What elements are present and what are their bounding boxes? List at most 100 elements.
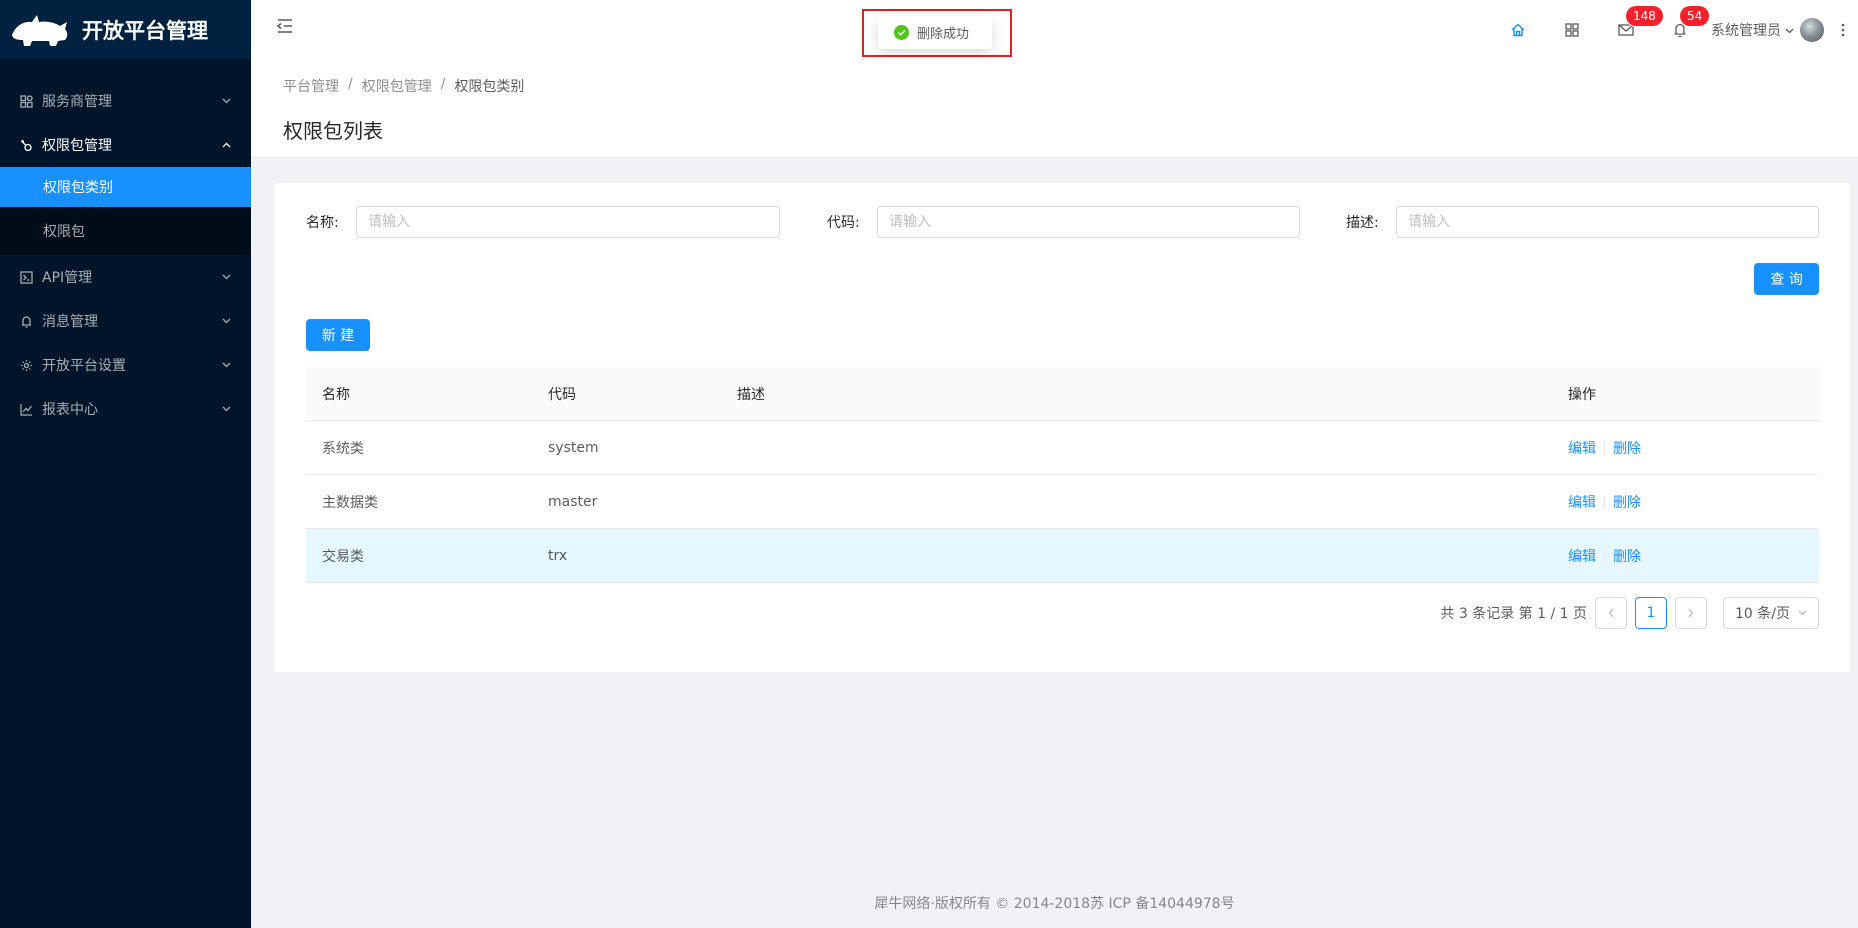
sidebar-item-permission-pack-list[interactable]: 权限包 (0, 207, 251, 255)
breadcrumb-item-current: 权限包类别 (454, 79, 525, 95)
chevron-down-icon (221, 404, 231, 414)
setting-icon (19, 358, 33, 372)
delete-link[interactable]: 删除 (1613, 495, 1641, 511)
avatar (1800, 17, 1824, 42)
more-button[interactable] (1828, 0, 1858, 59)
home-button[interactable] (1491, 0, 1545, 59)
delete-link[interactable]: 删除 (1613, 549, 1641, 565)
chevron-down-icon (221, 96, 231, 106)
divider (1604, 441, 1605, 456)
apps-button[interactable] (1545, 0, 1599, 59)
chevron-right-icon (1688, 608, 1694, 618)
page-header: 平台管理 / 权限包管理 / 权限包类别 权限包列表 (251, 59, 1858, 158)
api-icon (19, 270, 33, 284)
success-toast: 删除成功 (878, 15, 992, 49)
sidebar-item-reports[interactable]: 报表中心 (0, 387, 251, 431)
filter-name: 名称: (306, 206, 780, 238)
more-vertical-icon (1841, 23, 1845, 36)
toast-message: 删除成功 (917, 26, 970, 42)
edit-link[interactable]: 编辑 (1568, 549, 1596, 565)
edit-link[interactable]: 编辑 (1568, 495, 1596, 511)
logo[interactable]: 开放平台管理 (0, 0, 251, 59)
chevron-down-icon (1785, 22, 1794, 38)
permission-pack-submenu: 权限包类别 权限包 (0, 167, 251, 255)
sidebar-item-label: 开放平台设置 (42, 358, 126, 374)
page-title: 权限包列表 (283, 119, 383, 143)
new-button[interactable]: 新 建 (306, 319, 370, 351)
chevron-left-icon (1608, 608, 1614, 618)
sidebar-item-label: 报表中心 (42, 402, 98, 418)
cell-actions: 编辑 删除 (1552, 438, 1819, 458)
notification-button[interactable]: 54 (1653, 0, 1710, 59)
chevron-down-icon (1798, 610, 1807, 616)
key-icon (19, 138, 33, 152)
cell-actions: 编辑 删除 (1552, 546, 1819, 566)
description-input[interactable] (1396, 206, 1819, 238)
cell-actions: 编辑 删除 (1552, 492, 1819, 512)
delete-link[interactable]: 删除 (1613, 441, 1641, 457)
column-header-code: 代码 (548, 386, 576, 403)
table-row: 主数据类 master 编辑 删除 (306, 475, 1819, 529)
sidebar: 开放平台管理 服务商管理 权限包管理 权限包类别 权限包 API管理 消息管理 … (0, 0, 251, 928)
filter-description: 描述: (1346, 206, 1819, 238)
bell-icon (19, 314, 33, 328)
page-button[interactable]: 1 (1635, 597, 1667, 629)
column-header-actions: 操作 (1568, 386, 1596, 403)
sidebar-item-permission-pack[interactable]: 权限包管理 (0, 123, 251, 167)
breadcrumb-item-platform[interactable]: 平台管理 (283, 76, 339, 96)
prev-page-button[interactable] (1595, 597, 1627, 629)
breadcrumb-separator: / (348, 76, 353, 92)
divider (1604, 495, 1605, 510)
breadcrumb: 平台管理 / 权限包管理 / 权限包类别 (283, 76, 1858, 96)
menu-fold-icon[interactable] (275, 16, 295, 36)
permission-category-table: 名称 代码 描述 操作 系统类 system 编辑 删除 主数据类 master … (306, 367, 1819, 583)
column-header-description: 描述 (737, 386, 765, 403)
footer-copyright: 犀牛网络·版权所有 © 2014-2018苏 ICP 备14044978号 (874, 896, 1235, 912)
cell-name: 交易类 (322, 548, 364, 565)
chevron-up-icon (221, 140, 231, 150)
app-title: 开放平台管理 (82, 18, 208, 43)
check-circle-icon (894, 24, 909, 40)
home-icon (1511, 23, 1525, 36)
chevron-down-icon (221, 272, 231, 282)
cell-code: trx (548, 547, 568, 564)
column-header-name: 名称 (322, 386, 350, 403)
mail-button[interactable]: 148 (1599, 0, 1663, 59)
appstore-icon (1565, 22, 1579, 37)
table-row: 交易类 trx 编辑 删除 (306, 529, 1819, 583)
edit-link[interactable]: 编辑 (1568, 441, 1596, 457)
table-row: 系统类 system 编辑 删除 (306, 421, 1819, 475)
filter-code: 代码: (827, 206, 1300, 238)
chevron-down-icon (221, 316, 231, 326)
filter-label: 代码: (827, 215, 860, 231)
user-menu[interactable]: 系统管理员 (1707, 0, 1828, 59)
divider (1604, 549, 1605, 564)
page-size-value: 10 条/页 (1735, 606, 1790, 622)
sidebar-item-label: 权限包管理 (42, 138, 112, 154)
breadcrumb-item-permission-pack[interactable]: 权限包管理 (362, 76, 432, 96)
sidebar-item-label: 消息管理 (42, 314, 98, 330)
filter-label: 名称: (306, 215, 339, 231)
sidebar-item-provider[interactable]: 服务商管理 (0, 79, 251, 123)
name-input[interactable] (356, 206, 780, 238)
table-header: 名称 代码 描述 操作 (306, 367, 1819, 421)
top-header: 148 54 系统管理员 (251, 0, 1858, 59)
code-input[interactable] (877, 206, 1300, 238)
content-card: 名称: 代码: 描述: 查 询 新 建 名称 代码 描述 操作 系统类 syst… (275, 183, 1850, 672)
sidebar-item-message[interactable]: 消息管理 (0, 299, 251, 343)
sidebar-item-label: API管理 (42, 270, 93, 286)
chevron-down-icon (221, 360, 231, 370)
page-size-select[interactable]: 10 条/页 (1723, 597, 1819, 629)
side-menu: 服务商管理 权限包管理 权限包类别 权限包 API管理 消息管理 开放平台设置 … (0, 59, 251, 431)
notice-count-badge: 54 (1680, 6, 1710, 26)
sidebar-item-settings[interactable]: 开放平台设置 (0, 343, 251, 387)
appstore-icon (19, 94, 33, 108)
filter-form: 名称: 代码: 描述: (306, 206, 1819, 238)
next-page-button[interactable] (1675, 597, 1707, 629)
sidebar-item-permission-pack-category[interactable]: 权限包类别 (0, 167, 251, 207)
pagination-total: 共 3 条记录 第 1 / 1 页 (1440, 606, 1587, 622)
query-button[interactable]: 查 询 (1754, 263, 1819, 295)
cell-name: 主数据类 (322, 494, 378, 511)
cell-name: 系统类 (322, 440, 364, 457)
sidebar-item-api[interactable]: API管理 (0, 255, 251, 299)
